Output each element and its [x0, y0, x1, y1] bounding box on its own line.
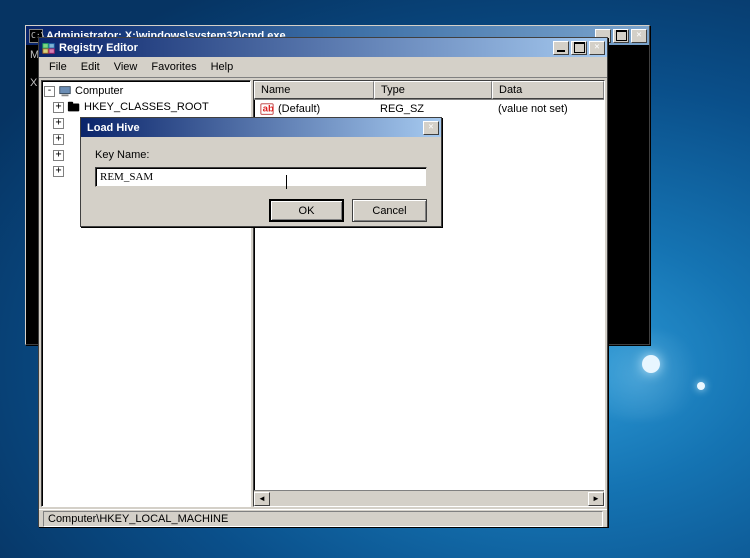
- status-path: Computer\HKEY_LOCAL_MACHINE: [43, 511, 603, 527]
- wallpaper-glow-dot: [642, 355, 660, 373]
- regedit-icon: [42, 41, 56, 55]
- tree-item[interactable]: + HKEY_CLASSES_ROOT: [44, 99, 250, 115]
- keyname-label: Key Name:: [95, 149, 427, 161]
- minimize-button[interactable]: [553, 41, 569, 55]
- close-button[interactable]: [631, 29, 647, 43]
- list-row[interactable]: ab (Default) REG_SZ (value not set): [254, 100, 604, 118]
- tree-root[interactable]: - Computer: [44, 83, 250, 99]
- list-header: Name Type Data: [254, 81, 604, 100]
- dialog-title: Load Hive: [83, 122, 423, 134]
- computer-icon: [58, 84, 72, 98]
- tree-item-label: HKEY_CLASSES_ROOT: [84, 101, 209, 113]
- regedit-titlebar[interactable]: Registry Editor: [39, 38, 607, 57]
- status-bar: Computer\HKEY_LOCAL_MACHINE: [39, 509, 607, 527]
- value-type: REG_SZ: [380, 103, 424, 115]
- header-name[interactable]: Name: [254, 81, 374, 99]
- scroll-right-icon[interactable]: ►: [588, 492, 604, 506]
- expand-icon[interactable]: +: [53, 134, 64, 145]
- expand-icon[interactable]: +: [53, 166, 64, 177]
- scroll-left-icon[interactable]: ◄: [254, 492, 270, 506]
- restore-button[interactable]: [571, 41, 587, 55]
- expand-icon[interactable]: +: [53, 150, 64, 161]
- horizontal-scrollbar[interactable]: ◄ ►: [254, 490, 604, 506]
- string-value-icon: ab: [260, 102, 274, 116]
- wallpaper-glow-dot: [697, 382, 705, 390]
- cancel-button[interactable]: Cancel: [352, 199, 427, 222]
- keyname-input[interactable]: [95, 167, 427, 187]
- text-cursor-icon: [286, 175, 287, 189]
- header-type[interactable]: Type: [374, 81, 492, 99]
- expand-icon[interactable]: +: [53, 102, 64, 113]
- expand-icon[interactable]: +: [53, 118, 64, 129]
- menu-help[interactable]: Help: [205, 59, 240, 75]
- menu-view[interactable]: View: [108, 59, 144, 75]
- regedit-title: Registry Editor: [59, 42, 553, 54]
- regedit-menubar: File Edit View Favorites Help: [39, 57, 607, 78]
- collapse-icon[interactable]: -: [44, 86, 55, 97]
- dialog-titlebar[interactable]: Load Hive: [81, 118, 441, 137]
- tree-root-label: Computer: [75, 85, 123, 97]
- load-hive-dialog: Load Hive Key Name: OK Cancel: [80, 117, 442, 227]
- svg-text:ab: ab: [263, 104, 274, 115]
- folder-icon: [67, 100, 81, 114]
- value-data: (value not set): [498, 103, 568, 115]
- regedit-window: Registry Editor File Edit View Favorites…: [38, 37, 608, 527]
- close-button[interactable]: [589, 41, 605, 55]
- maximize-button[interactable]: [613, 29, 629, 43]
- menu-file[interactable]: File: [43, 59, 73, 75]
- ok-button[interactable]: OK: [269, 199, 344, 222]
- header-data[interactable]: Data: [492, 81, 604, 99]
- dialog-body: Key Name: OK Cancel: [81, 137, 441, 232]
- menu-edit[interactable]: Edit: [75, 59, 106, 75]
- close-button[interactable]: [423, 121, 439, 135]
- value-name: (Default): [278, 103, 320, 115]
- menu-favorites[interactable]: Favorites: [145, 59, 202, 75]
